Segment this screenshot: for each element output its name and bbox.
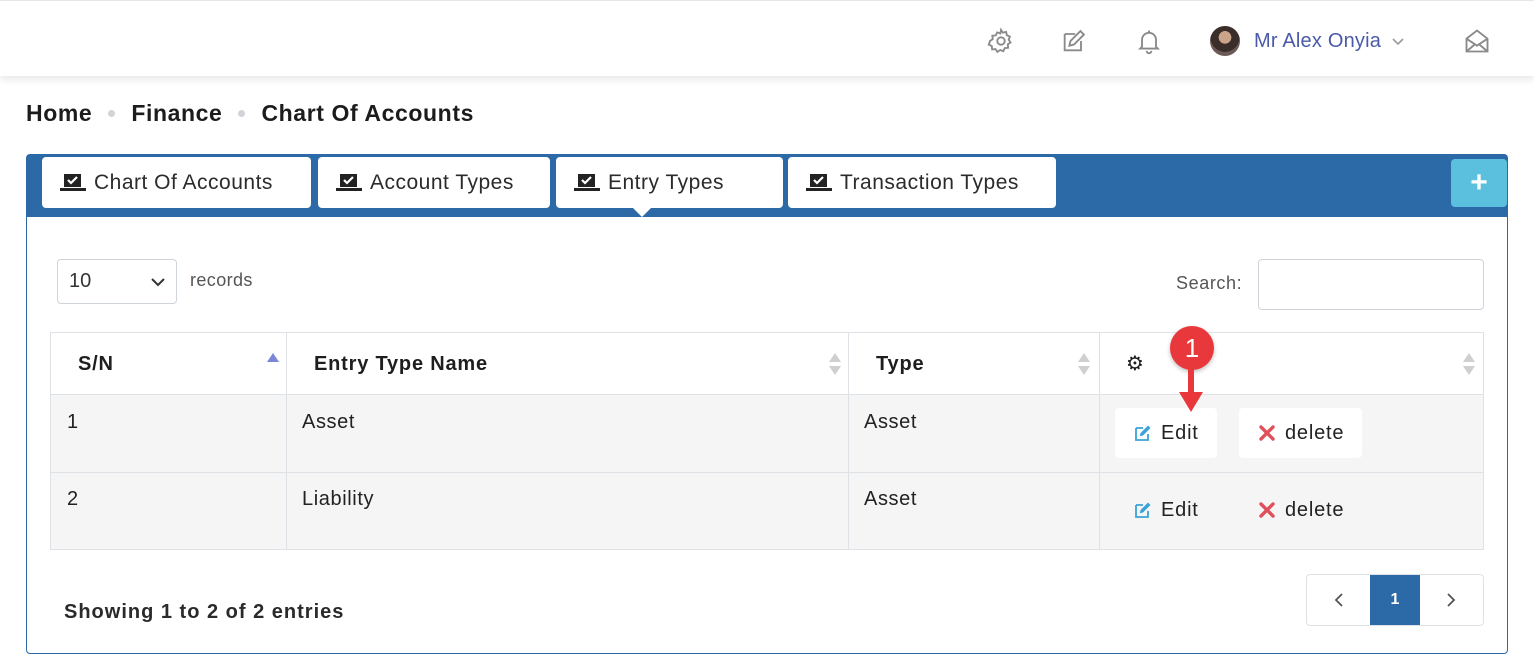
close-icon [1259,502,1275,518]
delete-button[interactable]: delete [1239,485,1362,535]
chevron-down-icon [1391,34,1405,48]
edit-icon[interactable] [1058,25,1090,57]
breadcrumb: Home Finance Chart Of Accounts [26,100,474,127]
tab-account-types[interactable]: Account Types [318,157,550,208]
column-header-type[interactable]: Type [876,353,924,376]
delete-label: delete [1285,421,1345,444]
edit-label: Edit [1161,421,1199,444]
user-name[interactable]: Mr Alex Onyia [1254,30,1381,53]
edit-button[interactable]: Edit [1115,408,1217,458]
search-input[interactable] [1258,259,1484,310]
tab-label: Transaction Types [840,170,1019,194]
avatar [1210,26,1240,56]
delete-label: delete [1285,498,1345,521]
cell-type: Asset [864,411,918,433]
settings-icon[interactable] [985,25,1017,57]
edit-button[interactable]: Edit [1115,485,1217,535]
user-menu[interactable]: Mr Alex Onyia [1210,25,1405,57]
next-page-button[interactable] [1420,575,1483,625]
edit-icon [1135,425,1151,441]
cell-entry-type-name: Liability [302,488,375,510]
gear-icon[interactable]: ⚙ [1126,351,1145,376]
sort-asc-icon[interactable] [267,353,279,377]
annotation-arrow-icon [1179,368,1203,412]
delete-button[interactable]: delete [1239,408,1363,458]
tab-transaction-types[interactable]: Transaction Types [788,157,1056,208]
column-header-sn[interactable]: S/N [78,353,114,376]
close-icon [1259,425,1275,441]
page-button-current[interactable]: 1 [1370,575,1420,625]
sort-icon[interactable] [1078,353,1090,377]
edit-icon [1135,502,1151,518]
page-length-select[interactable]: 10 [57,259,177,304]
tab-label: Entry Types [608,170,724,194]
prev-page-button[interactable] [1307,575,1370,625]
cell-sn: 1 [67,411,79,433]
records-label: records [190,270,253,290]
chevron-down-icon [151,278,165,287]
cell-entry-type-name: Asset [302,411,356,433]
sort-icon[interactable] [829,353,841,377]
breadcrumb-separator [238,110,246,117]
column-header-entry-type-name[interactable]: Entry Type Name [314,353,488,376]
checkbox-icon [574,173,600,191]
tab-label: Chart Of Accounts [94,170,273,194]
breadcrumb-separator [108,110,116,117]
breadcrumb-home[interactable]: Home [26,100,92,127]
entry-types-table: S/N Entry Type Name Type ⚙ 1 Asset Asset… [50,332,1484,550]
bell-icon[interactable] [1133,25,1165,57]
search-label: Search: [1176,273,1243,293]
breadcrumb-current: Chart Of Accounts [261,100,474,126]
breadcrumb-finance[interactable]: Finance [131,100,222,127]
checkbox-icon [336,173,362,191]
table-info: Showing 1 to 2 of 2 entries [64,601,345,623]
checkbox-icon [60,173,86,191]
envelope-open-icon[interactable] [1461,25,1493,57]
edit-label: Edit [1161,498,1199,521]
tab-entry-types[interactable]: Entry Types [556,157,783,217]
checkbox-icon [806,173,832,191]
cell-sn: 2 [67,488,79,510]
tab-chart-of-accounts[interactable]: Chart Of Accounts [42,157,311,208]
tab-bar: Chart Of Accounts Account Types Entry Ty… [27,155,1507,217]
sort-icon[interactable] [1463,353,1475,377]
annotation-step-badge: 1 [1170,326,1214,370]
chevron-left-icon [1334,593,1343,607]
top-header: Mr Alex Onyia [0,0,1534,76]
page-length-value: 10 [69,270,92,292]
add-button[interactable]: + [1451,159,1507,207]
pagination: 1 [1306,574,1484,626]
cell-type: Asset [864,488,918,510]
tab-label: Account Types [370,170,514,194]
chevron-right-icon [1447,593,1456,607]
